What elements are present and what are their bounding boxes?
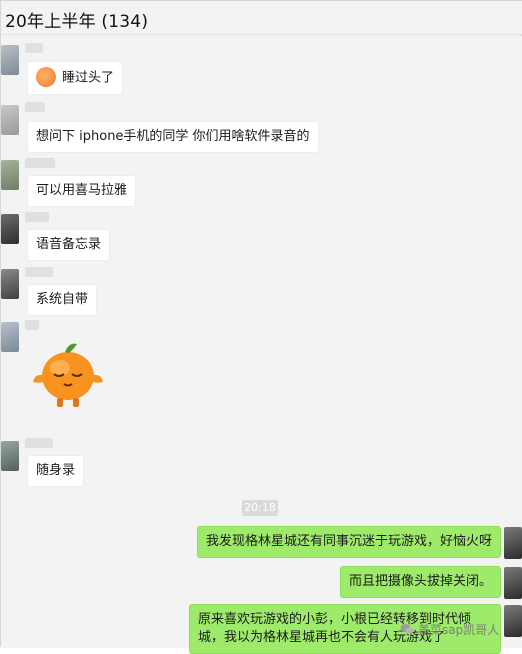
message-text: 而且把摄像头拔掉关闭。 <box>348 574 492 589</box>
sender-name <box>25 102 45 112</box>
message-text: 系统自带 <box>36 292 89 307</box>
avatar[interactable] <box>1 441 19 471</box>
message-list[interactable]: 睡过头了 想问下 iphone手机的同学 你们用啥软件录音的 可以用喜马拉雅 语… <box>1 36 522 654</box>
message-text: 可以用喜马拉雅 <box>36 183 128 198</box>
sender-name <box>25 320 39 330</box>
message-bubble[interactable]: 语音备忘录 <box>27 229 111 261</box>
message-bubble[interactable]: 可以用喜马拉雅 <box>27 175 137 207</box>
timestamp: 20:18 <box>242 500 278 516</box>
message-bubble[interactable]: 随身录 <box>27 455 85 487</box>
avatar[interactable] <box>1 160 19 190</box>
title-bar: 20年上半年 (134) <box>1 1 522 35</box>
sleepy-face-emoji-icon <box>36 67 56 87</box>
message-text: 语音备忘录 <box>36 237 102 252</box>
wechat-icon <box>400 624 414 634</box>
my-avatar[interactable] <box>504 605 522 637</box>
sender-name <box>25 158 55 168</box>
sender-name <box>25 267 53 277</box>
message-text: 我发现格林星城还有同事沉迷于玩游戏，好恼火呀 <box>205 534 492 549</box>
sender-name <box>25 438 53 448</box>
message-bubble[interactable]: 睡过头了 <box>27 61 124 95</box>
message-bubble[interactable]: 想问下 iphone手机的同学 你们用啥软件录音的 <box>27 121 319 153</box>
sender-name <box>25 212 49 222</box>
avatar[interactable] <box>1 45 19 75</box>
watermark-text: 盖菜sap凯哥人 <box>418 623 500 637</box>
message-text: 想问下 iphone手机的同学 你们用啥软件录音的 <box>36 129 310 144</box>
my-message-bubble[interactable]: 而且把摄像头拔掉关闭。 <box>339 566 501 598</box>
my-avatar[interactable] <box>504 567 522 599</box>
chat-title: 20年上半年 (134) <box>5 12 149 32</box>
message-text: 随身录 <box>36 463 76 478</box>
message-bubble[interactable]: 系统自带 <box>27 284 98 316</box>
avatar[interactable] <box>1 269 19 299</box>
watermark: 盖菜sap凯哥人 <box>400 621 499 638</box>
my-avatar[interactable] <box>504 527 522 559</box>
message-text: 睡过头了 <box>62 70 115 86</box>
chat-window: 20年上半年 (134) 睡过头了 想问下 iphone手机的同学 你们用啥软件… <box>0 0 522 654</box>
avatar[interactable] <box>1 105 19 135</box>
avatar[interactable] <box>1 322 19 352</box>
sender-name <box>25 43 43 53</box>
orange-character-sticker-icon[interactable] <box>27 336 109 412</box>
my-message-bubble[interactable]: 我发现格林星城还有同事沉迷于玩游戏，好恼火呀 <box>196 526 501 558</box>
avatar[interactable] <box>1 214 19 244</box>
